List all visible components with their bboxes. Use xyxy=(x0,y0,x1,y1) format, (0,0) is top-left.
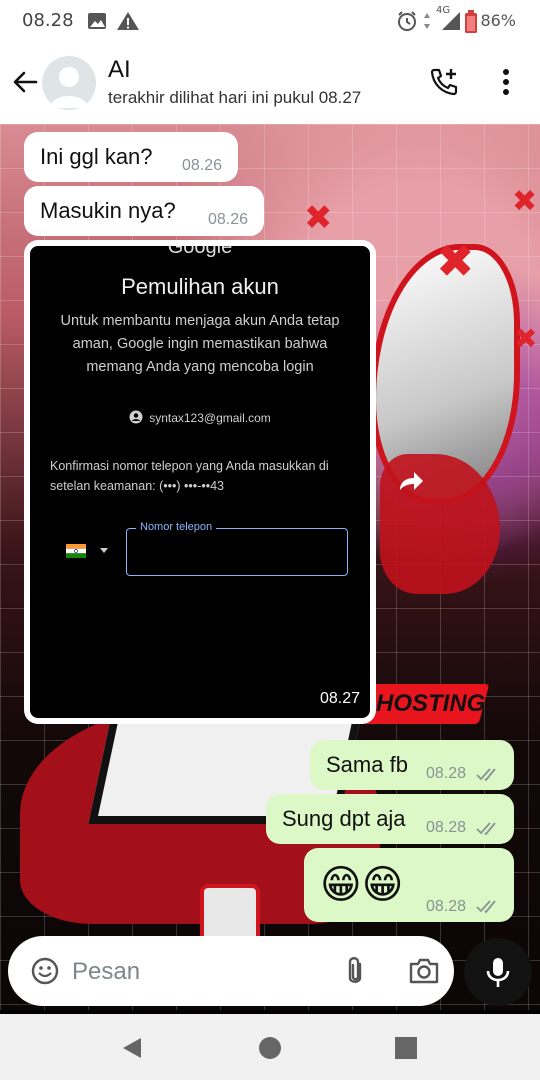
outgoing-message[interactable]: 😁😁 08.28 xyxy=(304,848,514,922)
status-bar: 08.28 4G 86% xyxy=(0,0,540,42)
avatar[interactable] xyxy=(42,56,96,110)
forward-icon[interactable] xyxy=(396,468,426,494)
chat-header: AI terakhir dilihat hari ini pukul 08.27 xyxy=(0,42,540,124)
phone-number-field xyxy=(126,528,348,576)
last-seen-status: terakhir dilihat hari ini pukul 08.27 xyxy=(108,88,362,107)
recovery-title: Pemulihan akun xyxy=(121,274,279,299)
nav-back-icon[interactable] xyxy=(120,1036,144,1060)
message-time: 08.28 xyxy=(426,765,467,782)
status-time: 08.28 xyxy=(22,10,74,31)
account-email-text: syntax123@gmail.com xyxy=(149,411,271,425)
add-call-icon[interactable] xyxy=(428,66,460,98)
contact-name[interactable]: AI xyxy=(108,56,131,84)
camera-icon[interactable] xyxy=(408,956,440,986)
message-text: Masukin nya? xyxy=(40,198,176,223)
wallpaper-character-legs xyxy=(200,884,260,944)
alarm-icon xyxy=(398,11,416,31)
battery-icon xyxy=(465,10,477,33)
double-tick-icon xyxy=(476,900,496,914)
message-input-placeholder[interactable]: Pesan xyxy=(72,958,140,986)
wallpaper-x-mark: ✖ xyxy=(436,234,475,288)
india-flag-icon xyxy=(66,544,86,558)
message-time: 08.28 xyxy=(426,819,467,836)
back-arrow-icon[interactable] xyxy=(10,66,42,98)
system-navigation-bar xyxy=(0,1014,540,1080)
screenshot-image[interactable]: Google Pemulihan akun Untuk membantu men… xyxy=(30,246,370,718)
double-tick-icon xyxy=(476,768,496,782)
message-text: Ini ggl kan? xyxy=(40,144,153,169)
wallpaper-hosting-text: HOSTING xyxy=(376,690,486,717)
message-emoji: 😁😁 xyxy=(320,862,404,908)
wallpaper-x-mark: ✖ xyxy=(304,198,333,238)
more-menu-icon[interactable] xyxy=(494,66,518,98)
google-logo: Google xyxy=(167,246,233,258)
attach-paperclip-icon[interactable] xyxy=(342,954,368,988)
warning-icon xyxy=(117,12,139,30)
recovery-description: Untuk membantu menjaga akun Anda tetap a… xyxy=(60,313,340,375)
message-text: Sama fb xyxy=(326,752,408,777)
message-time: 08.26 xyxy=(182,157,223,174)
outgoing-message[interactable]: Sung dpt aja 08.28 xyxy=(266,794,514,844)
confirm-phone-text: Konfirmasi nomor telepon yang Anda masuk… xyxy=(50,459,329,493)
nav-recents-icon[interactable] xyxy=(394,1036,418,1060)
image-message-time: 08.27 xyxy=(319,690,360,707)
message-time: 08.26 xyxy=(208,211,249,228)
nav-home-icon[interactable] xyxy=(258,1036,282,1060)
battery-level: 86% xyxy=(480,11,516,30)
wallpaper-x-mark: ✖ xyxy=(512,184,538,219)
outgoing-message[interactable]: Sama fb 08.28 xyxy=(310,740,514,790)
image-message[interactable]: Google Pemulihan akun Untuk membantu men… xyxy=(24,240,376,724)
message-input-bar[interactable]: Pesan xyxy=(8,936,454,1006)
signal-icon xyxy=(442,12,460,30)
wallpaper-x-mark: ✖ xyxy=(514,322,538,355)
default-avatar-icon xyxy=(50,67,88,108)
gallery-icon xyxy=(88,13,106,29)
mic-icon xyxy=(486,958,510,987)
emoji-icon[interactable] xyxy=(30,956,60,986)
message-text: Sung dpt aja xyxy=(282,806,406,831)
incoming-message[interactable]: Ini ggl kan? 08.26 xyxy=(24,132,238,182)
data-arrows-icon xyxy=(424,13,430,29)
incoming-message[interactable]: Masukin nya? 08.26 xyxy=(24,186,264,236)
phone-number-label: Nomor telepon xyxy=(136,521,217,533)
country-dropdown-caret-icon xyxy=(100,548,108,553)
mic-button[interactable] xyxy=(464,938,532,1006)
account-circle-icon xyxy=(129,410,143,424)
double-tick-icon xyxy=(476,822,496,836)
message-time: 08.28 xyxy=(426,898,467,915)
account-email: syntax123@gmail.com xyxy=(30,410,370,425)
